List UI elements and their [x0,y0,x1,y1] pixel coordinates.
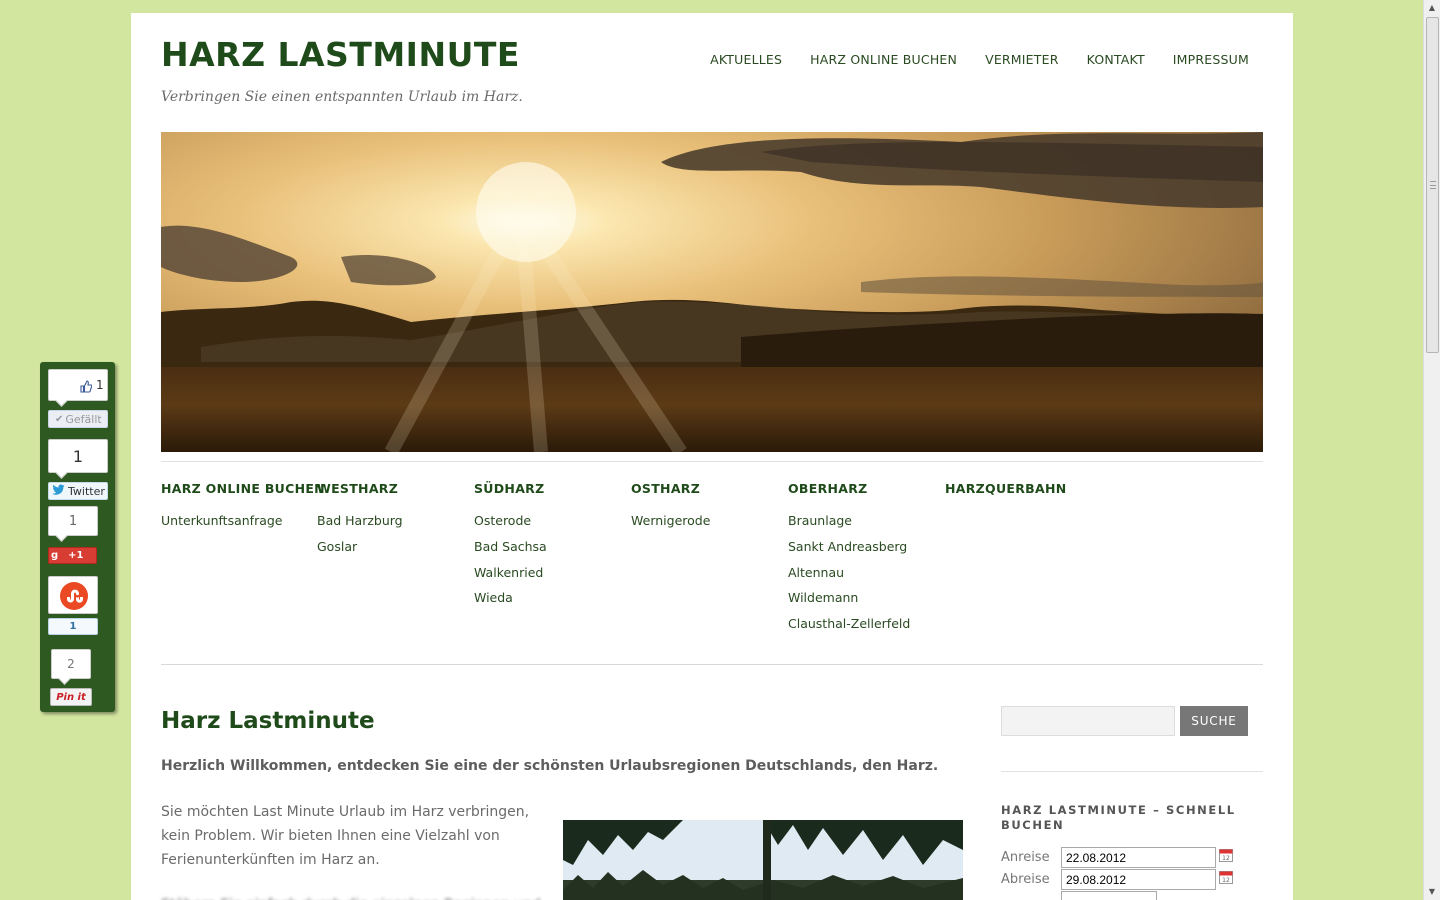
calendar-icon[interactable]: 12 [1219,869,1233,884]
page-title: Harz Lastminute [161,708,375,734]
menu-column-oberharz: OBERHARZ Braunlage Sankt Andreasberg Alt… [788,481,938,637]
page-container: HARZ LASTMINUTE Verbringen Sie einen ent… [131,13,1293,900]
content-paragraph-faded: Stöbern Sie einfach durch die einzelnen … [161,893,551,900]
gplus-count-box: 1 [48,506,98,536]
divider [1001,771,1263,772]
menu-link-altennau[interactable]: Altennau [788,560,938,586]
pinterest-pin-button[interactable]: Pin it [50,688,92,706]
stumbleupon-button[interactable] [48,576,98,614]
menu-column-heading[interactable]: HARZQUERBAHN [945,481,1095,496]
menu-column-suedharz: SÜDHARZ Osterode Bad Sachsa Walkenried W… [474,481,624,611]
menu-column-heading[interactable]: HARZ ONLINE BUCHEN [161,481,325,496]
menu-link-wildemann[interactable]: Wildemann [788,585,938,611]
abreise-label: Abreise [1001,872,1050,887]
gplus-label: +1 [68,550,84,561]
menu-column-heading[interactable]: SÜDHARZ [474,481,624,496]
svg-text:12: 12 [1222,877,1230,884]
menu-link-walkenried[interactable]: Walkenried [474,560,624,586]
menu-column-westharz: WESTHARZ Bad Harzburg Goslar [317,481,467,560]
google-g-icon: g [51,550,59,561]
anreise-row: Anreise 12 [1001,847,1233,868]
widget-title: HARZ LASTMINUTE – SCHNELL BUCHEN [1001,803,1236,832]
divider [161,664,1263,665]
twitter-tweet-button[interactable]: Twitter [48,482,108,500]
search-button[interactable]: SUCHE [1180,706,1248,736]
menu-link-wieda[interactable]: Wieda [474,585,624,611]
menu-column-ostharz: OSTHARZ Wernigerode [631,481,781,534]
stumbleupon-count: 1 [48,618,98,635]
nav-item-impressum[interactable]: IMPRESSUM [1173,52,1249,67]
menu-column-harzquerbahn: HARZQUERBAHN [945,481,1095,508]
menu-link-bad-sachsa[interactable]: Bad Sachsa [474,534,624,560]
nights-input[interactable] [1061,891,1157,900]
menu-link-braunlage[interactable]: Braunlage [788,508,938,534]
calendar-icon[interactable]: 12 [1219,847,1233,862]
menu-link-goslar[interactable]: Goslar [317,534,467,560]
hero-image [161,132,1263,452]
menu-link-sankt-andreasberg[interactable]: Sankt Andreasberg [788,534,938,560]
facebook-count-box: 1 [48,369,108,401]
site-title[interactable]: HARZ LASTMINUTE [161,35,520,74]
pinterest-count-box: 2 [51,649,91,679]
anreise-date-input[interactable] [1061,847,1216,868]
svg-text:12: 12 [1222,855,1230,862]
nav-item-kontakt[interactable]: KONTAKT [1087,52,1145,67]
vertical-scrollbar[interactable]: ▲ ▼ [1423,0,1440,900]
facebook-thumb-icon [80,378,93,397]
menu-column-harz-online-buchen: HARZ ONLINE BUCHEN Unterkunftsanfrage [161,481,325,534]
search-input[interactable] [1001,706,1175,736]
twitter-count-box: 1 [48,439,108,473]
scroll-thumb[interactable] [1426,17,1439,353]
facebook-like-label: Gefällt [65,412,102,426]
site-description: Verbringen Sie einen entspannten Urlaub … [161,89,523,105]
social-share-bar: 1 ✔ Gefällt 1 Twitter 1 g +1 1 2 Pin it [40,362,115,712]
menu-link-osterode[interactable]: Osterode [474,508,624,534]
menu-link-clausthal-zellerfeld[interactable]: Clausthal-Zellerfeld [788,611,938,637]
intro-text: Herzlich Willkommen, entdecken Sie eine … [161,758,939,774]
divider [161,461,1263,462]
menu-column-heading[interactable]: OBERHARZ [788,481,938,496]
menu-column-heading[interactable]: WESTHARZ [317,481,467,496]
scroll-down-arrow-icon[interactable]: ▼ [1424,884,1440,900]
main-navigation: AKTUELLES HARZ ONLINE BUCHEN VERMIETER K… [710,52,1249,67]
facebook-like-button[interactable]: ✔ Gefällt [48,410,108,428]
facebook-count: 1 [96,378,104,392]
gplus-button[interactable]: g +1 [48,547,97,564]
anreise-label: Anreise [1001,850,1050,865]
menu-link-unterkunftsanfrage[interactable]: Unterkunftsanfrage [161,508,311,534]
scroll-up-arrow-icon[interactable]: ▲ [1424,0,1440,16]
content-image [563,820,963,900]
menu-link-bad-harzburg[interactable]: Bad Harzburg [317,508,467,534]
stumbleupon-icon [59,581,89,615]
abreise-date-input[interactable] [1061,869,1216,890]
twitter-label: Twitter [68,484,105,498]
nav-item-aktuelles[interactable]: AKTUELLES [710,52,782,67]
twitter-bird-icon [52,484,65,498]
check-icon: ✔ [55,413,64,425]
nav-item-harz-online-buchen[interactable]: HARZ ONLINE BUCHEN [810,52,957,67]
menu-link-wernigerode[interactable]: Wernigerode [631,508,781,534]
menu-column-heading[interactable]: OSTHARZ [631,481,781,496]
content-paragraph: Sie möchten Last Minute Urlaub im Harz v… [161,804,530,868]
abreise-row: Abreise 12 [1001,869,1233,890]
nav-item-vermieter[interactable]: VERMIETER [985,52,1059,67]
grip-icon [1430,181,1436,189]
